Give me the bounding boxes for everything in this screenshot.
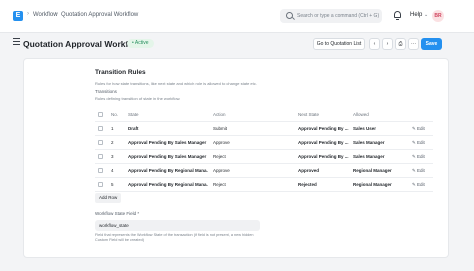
- next-record-button[interactable]: ›: [382, 38, 393, 50]
- cell-next-state[interactable]: Approval Pending By ...: [298, 140, 353, 145]
- workflow-state-field-input[interactable]: workflow_state: [95, 220, 260, 231]
- cell-action[interactable]: Reject: [213, 154, 269, 159]
- print-button[interactable]: ⎙: [395, 38, 406, 50]
- avatar[interactable]: BR: [432, 10, 444, 22]
- pencil-icon: ✎: [412, 168, 416, 173]
- app-logo[interactable]: E: [13, 11, 23, 21]
- row-checkbox[interactable]: [98, 182, 103, 187]
- transitions-table: No. State Action Next State Allowed 1 Dr…: [95, 108, 433, 192]
- cell-no: 2: [111, 140, 114, 145]
- row-checkbox[interactable]: [98, 126, 103, 131]
- help-dropdown[interactable]: Help ⌄: [410, 12, 428, 18]
- printer-icon: ⎙: [398, 41, 403, 47]
- edit-row-button[interactable]: ✎ Edit: [412, 126, 425, 132]
- cell-state[interactable]: Draft: [128, 126, 208, 131]
- workflow-state-field-help: Field that represents the Workflow State…: [95, 233, 254, 242]
- table-row[interactable]: 5 Approval Pending By Regional Mana... R…: [95, 178, 433, 192]
- edit-row-button[interactable]: ✎ Edit: [412, 140, 425, 146]
- select-all-checkbox[interactable]: [98, 112, 103, 117]
- edit-row-button[interactable]: ✎ Edit: [412, 182, 425, 188]
- cell-no: 1: [111, 126, 114, 131]
- cell-next-state[interactable]: Approval Pending By ...: [298, 126, 353, 131]
- table-row[interactable]: 3 Approval Pending By Sales Manager Reje…: [95, 150, 433, 164]
- status-badge: • Active: [127, 39, 154, 48]
- table-row[interactable]: 1 Draft Submit Approval Pending By ... S…: [95, 122, 433, 136]
- cell-action[interactable]: Approve: [213, 140, 269, 145]
- search-placeholder: Search or type a command (Ctrl + G): [297, 13, 380, 19]
- add-row-button[interactable]: Add Row: [95, 193, 122, 203]
- cell-action[interactable]: Submit: [213, 126, 269, 131]
- top-navbar: E › Workflow › Quotation Approval Workfl…: [0, 0, 474, 33]
- section-description: Rules for how state transitions, like ne…: [95, 81, 257, 86]
- pencil-icon: ✎: [412, 182, 416, 187]
- edit-row-button[interactable]: ✎ Edit: [412, 168, 425, 174]
- table-sublabel: Rules defining transition of state in th…: [95, 96, 181, 101]
- sidebar-toggle-icon[interactable]: [13, 38, 21, 46]
- cell-no: 4: [111, 168, 114, 173]
- row-checkbox[interactable]: [98, 168, 103, 173]
- section-title: Transition Rules: [95, 69, 146, 76]
- prev-record-button[interactable]: ‹: [369, 38, 380, 50]
- pencil-icon: ✎: [412, 140, 416, 145]
- chevron-down-icon: ⌄: [424, 12, 429, 18]
- table-header-row: No. State Action Next State Allowed: [95, 108, 433, 122]
- header-no: No.: [111, 112, 119, 117]
- cell-allowed[interactable]: Sales Manager: [353, 154, 408, 159]
- help-label: Help: [410, 12, 423, 18]
- table-row[interactable]: 2 Approval Pending By Sales Manager Appr…: [95, 136, 433, 150]
- cell-allowed[interactable]: Regional Manager: [353, 168, 408, 173]
- cell-allowed[interactable]: Sales User: [353, 126, 408, 131]
- search-input[interactable]: Search or type a command (Ctrl + G): [280, 9, 382, 23]
- header-allowed: Allowed: [353, 112, 369, 117]
- breadcrumb-workflow[interactable]: Workflow: [33, 12, 58, 18]
- save-button[interactable]: Save: [421, 38, 442, 50]
- chevron-right-icon: ›: [386, 41, 389, 47]
- header-state: State: [128, 112, 139, 117]
- breadcrumb-current[interactable]: Quotation Approval Workflow: [61, 12, 138, 18]
- cell-state[interactable]: Approval Pending By Sales Manager: [128, 154, 208, 159]
- header-next-state: Next State: [298, 112, 320, 117]
- row-checkbox[interactable]: [98, 154, 103, 159]
- cell-action[interactable]: Reject: [213, 182, 269, 187]
- cell-allowed[interactable]: Sales Manager: [353, 140, 408, 145]
- edit-row-button[interactable]: ✎ Edit: [412, 154, 425, 160]
- cell-next-state[interactable]: Rejected: [298, 182, 353, 187]
- pencil-icon: ✎: [412, 154, 416, 159]
- cell-no: 3: [111, 154, 114, 159]
- cell-next-state[interactable]: Approved: [298, 168, 353, 173]
- breadcrumb-separator-icon: ›: [55, 11, 57, 17]
- pencil-icon: ✎: [412, 126, 416, 131]
- workflow-state-field-label: Workflow State Field *: [95, 211, 140, 216]
- cell-action[interactable]: Approve: [213, 168, 269, 173]
- row-checkbox[interactable]: [98, 140, 103, 145]
- chevron-left-icon: ‹: [373, 41, 376, 47]
- cell-state[interactable]: Approval Pending By Regional Mana...: [128, 182, 208, 187]
- search-icon: [286, 12, 293, 19]
- cell-next-state[interactable]: Approval Pending By ...: [298, 154, 353, 159]
- cell-allowed[interactable]: Regional Manager: [353, 182, 408, 187]
- notification-bell-icon[interactable]: [394, 11, 401, 20]
- header-action: Action: [213, 112, 226, 117]
- page-title: Quotation Approval Workflow: [23, 39, 143, 49]
- table-label: Transitions: [95, 89, 117, 94]
- cell-no: 5: [111, 182, 114, 187]
- go-to-list-button[interactable]: Go to Quotation List: [313, 38, 365, 50]
- breadcrumb-separator-icon: ›: [27, 11, 29, 17]
- more-actions-button[interactable]: ···: [408, 38, 419, 50]
- table-row[interactable]: 4 Approval Pending By Regional Mana... A…: [95, 164, 433, 178]
- cell-state[interactable]: Approval Pending By Regional Mana...: [128, 168, 208, 173]
- cell-state[interactable]: Approval Pending By Sales Manager: [128, 140, 208, 145]
